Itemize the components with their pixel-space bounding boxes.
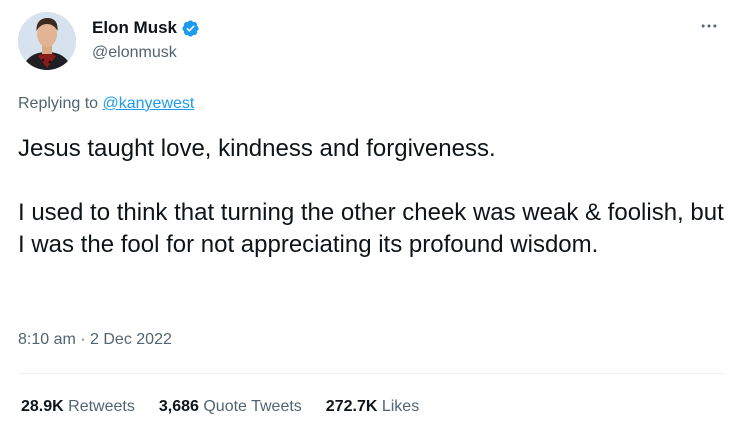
verified-badge-icon	[181, 19, 200, 38]
tweet-text: Jesus taught love, kindness and forgiven…	[18, 133, 733, 261]
author-handle[interactable]: @elonmusk	[92, 43, 177, 63]
tweet-paragraph: I used to think that turning the other c…	[18, 199, 731, 258]
divider	[18, 373, 725, 374]
quote-tweets-label: Quote Tweets	[203, 398, 302, 415]
reply-target-link[interactable]: @kanyewest	[103, 95, 195, 112]
quote-tweets-stat[interactable]: 3,686 Quote Tweets	[159, 397, 302, 417]
author-name-row: Elon Musk	[92, 17, 200, 39]
retweets-stat[interactable]: 28.9K Retweets	[21, 397, 135, 417]
tweet-paragraph: Jesus taught love, kindness and forgiven…	[18, 135, 496, 162]
avatar[interactable]	[18, 12, 76, 70]
likes-stat[interactable]: 272.7K Likes	[326, 397, 419, 417]
avatar-image	[18, 12, 76, 70]
retweets-count: 28.9K	[21, 398, 64, 415]
author-display-name[interactable]: Elon Musk	[92, 17, 177, 39]
replying-to: Replying to @kanyewest	[18, 94, 194, 114]
likes-count: 272.7K	[325, 398, 378, 415]
replying-to-prefix: Replying to	[18, 95, 103, 112]
tweet-timestamp[interactable]: 8:10 am · 2 Dec 2022	[18, 330, 172, 350]
likes-label: Likes	[381, 398, 420, 415]
retweets-label: Retweets	[68, 398, 135, 415]
quote-tweets-count: 3,686	[158, 398, 199, 415]
tweet-card: Elon Musk @elonmusk Replying to @kanyewe…	[0, 0, 743, 430]
more-horizontal-icon[interactable]	[697, 14, 721, 38]
tweet-stats: 28.9K Retweets 3,686 Quote Tweets 272.7K…	[21, 397, 419, 417]
